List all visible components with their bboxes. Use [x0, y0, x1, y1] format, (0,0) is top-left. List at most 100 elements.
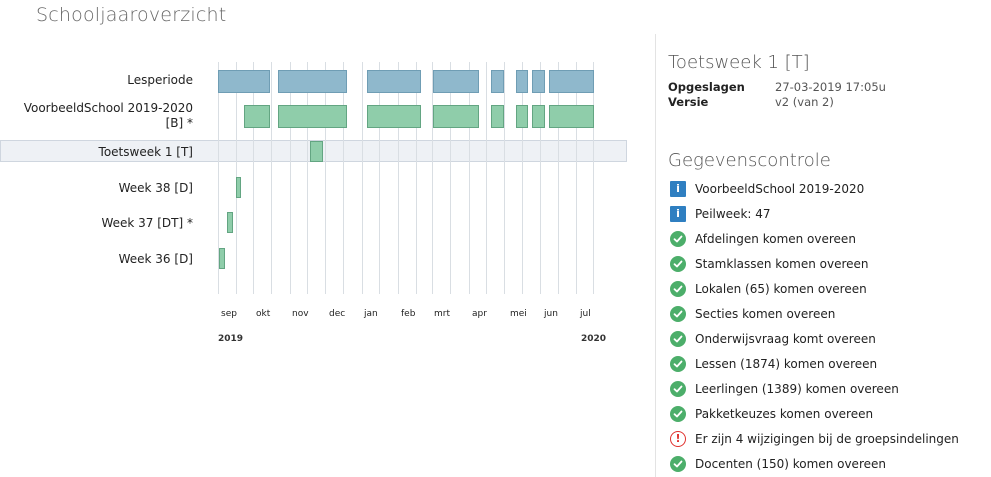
- lesperiode-bar[interactable]: [490, 70, 504, 93]
- grid-line: [398, 62, 399, 294]
- period-bar[interactable]: [243, 105, 270, 128]
- period-bar[interactable]: [433, 105, 480, 128]
- grid-line: [503, 62, 505, 294]
- check-item: Leerlingen (1389) komen overeen: [670, 376, 959, 401]
- grid-line: [325, 62, 327, 294]
- check-item: Afdelingen komen overeen: [670, 226, 959, 251]
- check-item: Pakketkeuzes komen overeen: [670, 401, 959, 426]
- check-item: ! Er zijn 4 wijzigingen bij de groepsinde…: [670, 426, 959, 451]
- saved-value: 27-03-2019 17:05u: [775, 80, 886, 94]
- timeline-row-label[interactable]: Week 36 [D]: [119, 252, 193, 267]
- check-icon: [670, 230, 686, 247]
- month-label: jan: [364, 309, 378, 319]
- check-item-text: Pakketkeuzes komen overeen: [695, 406, 874, 421]
- version-label: Versie: [668, 95, 709, 109]
- period-bar[interactable]: [309, 141, 323, 162]
- check-icon: [670, 280, 686, 297]
- month-label: nov: [292, 309, 309, 319]
- check-item: Stamklassen komen overeen: [670, 251, 959, 276]
- check-item: i Peilweek: 47: [670, 201, 959, 226]
- timeline-row-label[interactable]: Week 37 [DT] *: [101, 216, 193, 231]
- month-label: mrt: [434, 309, 450, 319]
- month-label: mei: [510, 309, 527, 319]
- data-check-list: i VoorbeeldSchool 2019-2020 i Peilweek: 47 A…: [670, 176, 959, 476]
- check-item-text: Onderwijsvraag komt overeen: [695, 331, 876, 346]
- info-icon: i: [670, 180, 686, 197]
- lesperiode-bar[interactable]: [548, 70, 595, 93]
- grid-line: [307, 62, 309, 294]
- check-icon: [670, 255, 686, 272]
- check-item: Onderwijsvraag komt overeen: [670, 326, 959, 351]
- check-item: Lokalen (65) komen overeen: [670, 276, 959, 301]
- details-meta: Opgeslagen 27-03-2019 17:05u Versie v2 (…: [668, 80, 886, 110]
- saved-label: Opgeslagen: [668, 80, 745, 94]
- period-bar[interactable]: [490, 105, 504, 128]
- timeline-row-label[interactable]: Toetsweek 1 [T]: [99, 145, 193, 160]
- check-item: Lessen (1874) komen overeen: [670, 351, 959, 376]
- month-label: apr: [472, 309, 487, 319]
- period-bar[interactable]: [367, 105, 422, 128]
- grid-line: [521, 62, 523, 294]
- school-year-timeline: Lesperiode VoorbeeldSchool 2019-2020 [B] …: [0, 40, 640, 360]
- month-label: jul: [580, 309, 591, 319]
- month-label: jun: [544, 309, 558, 319]
- grid-line: [432, 62, 434, 294]
- lesperiode-bar[interactable]: [218, 70, 270, 93]
- year-label-start: 2019: [218, 334, 244, 344]
- check-item: Secties komen overeen: [670, 301, 959, 326]
- period-bar[interactable]: [227, 212, 234, 233]
- grid-line: [253, 62, 255, 294]
- check-item-text: Docenten (150) komen overeen: [695, 456, 886, 471]
- timeline-row-label[interactable]: Lesperiode: [127, 73, 193, 88]
- check-item-text: Stamklassen komen overeen: [695, 256, 869, 271]
- lesperiode-bar[interactable]: [515, 70, 529, 93]
- grid-line: [593, 62, 595, 294]
- check-icon: [670, 355, 686, 372]
- timeline-row-label[interactable]: Week 38 [D]: [119, 181, 193, 196]
- grid-line: [342, 62, 344, 294]
- check-item: i VoorbeeldSchool 2019-2020: [670, 176, 959, 201]
- timeline-row-label[interactable]: VoorbeeldSchool 2019-2020 [B] *: [24, 101, 193, 131]
- period-bar[interactable]: [219, 248, 226, 269]
- period-bar[interactable]: [278, 105, 348, 128]
- month-label: okt: [256, 309, 271, 319]
- year-label-end: 2020: [581, 334, 607, 344]
- version-value: v2 (van 2): [775, 95, 834, 109]
- check-item-text: Er zijn 4 wijzigingen bij de groepsindel…: [695, 431, 959, 446]
- period-bar[interactable]: [235, 177, 242, 198]
- grid-line: [289, 62, 291, 294]
- check-item-text: Peilweek: 47: [695, 206, 771, 221]
- lesperiode-bar[interactable]: [532, 70, 545, 93]
- grid-line: [468, 62, 470, 294]
- page-title: Schooljaaroverzicht: [36, 4, 227, 26]
- check-item: Docenten (150) komen overeen: [670, 451, 959, 476]
- lesperiode-bar[interactable]: [433, 70, 480, 93]
- grid-line: [415, 62, 417, 294]
- grid-line: [540, 62, 542, 294]
- panel-divider: [655, 34, 656, 477]
- check-icon: [670, 330, 686, 347]
- check-icon: [670, 380, 686, 397]
- grid-line: [379, 62, 381, 294]
- check-icon: [670, 305, 686, 322]
- check-item-text: Afdelingen komen overeen: [695, 231, 856, 246]
- month-label: dec: [329, 309, 346, 319]
- period-bar[interactable]: [515, 105, 529, 128]
- data-check-title: Gegevenscontrole: [668, 150, 831, 171]
- period-bar[interactable]: [548, 105, 595, 128]
- check-icon: [670, 405, 686, 422]
- lesperiode-bar[interactable]: [278, 70, 348, 93]
- check-item-text: Lokalen (65) komen overeen: [695, 281, 867, 296]
- grid-line: [558, 62, 559, 294]
- check-item-text: Lessen (1874) komen overeen: [695, 356, 878, 371]
- month-label: feb: [401, 309, 416, 319]
- check-icon: [670, 455, 686, 472]
- check-item-text: Secties komen overeen: [695, 306, 836, 321]
- lesperiode-bar[interactable]: [367, 70, 422, 93]
- grid-line: [486, 62, 488, 294]
- period-bar[interactable]: [532, 105, 545, 128]
- warning-icon: !: [670, 430, 686, 447]
- details-title: Toetsweek 1 [T]: [668, 52, 810, 73]
- grid-line: [449, 62, 451, 294]
- month-label: sep: [221, 309, 237, 319]
